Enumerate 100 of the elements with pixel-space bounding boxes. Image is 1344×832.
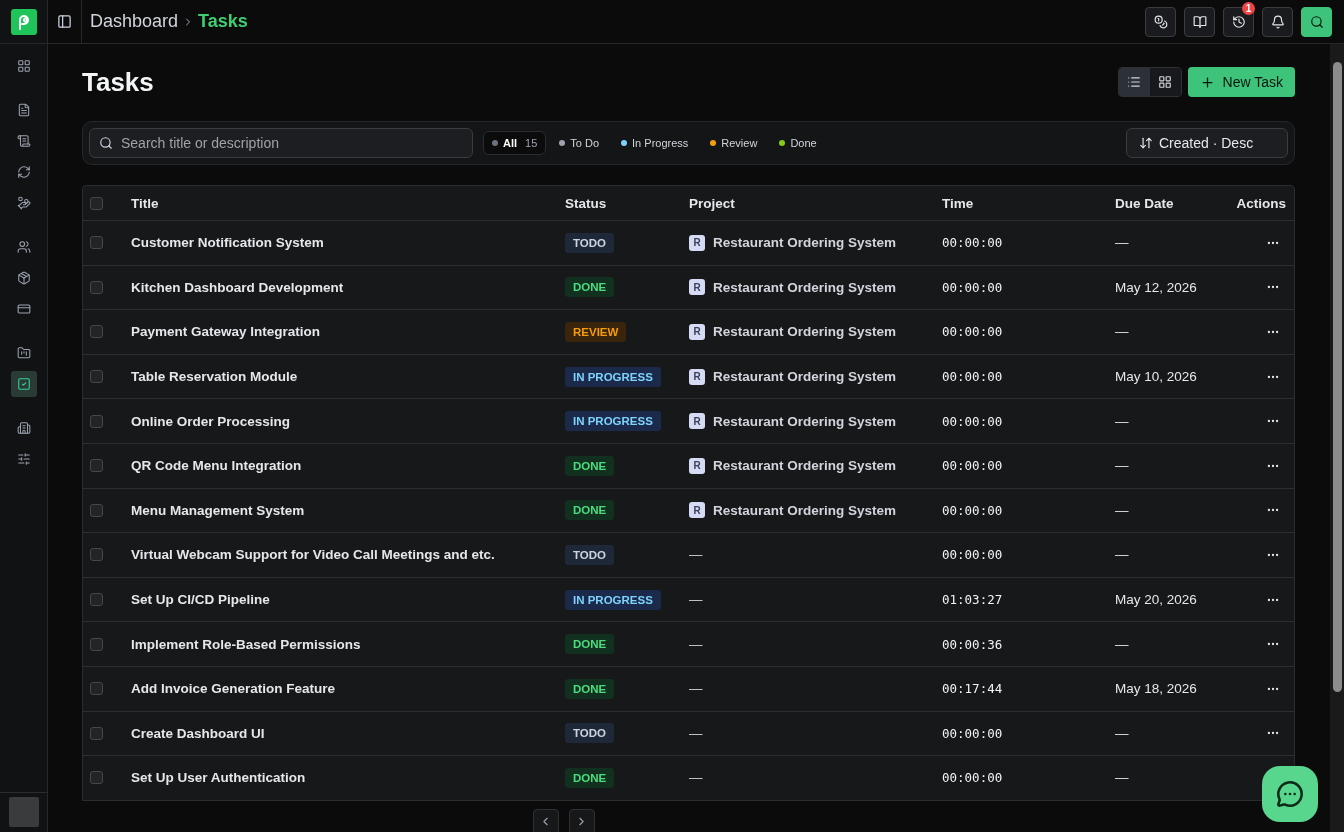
task-title[interactable]: Menu Management System [131,502,565,518]
scrollbar[interactable] [1330,44,1344,832]
history-icon [1231,14,1246,29]
scrollbar-thumb[interactable] [1332,62,1342,692]
status-filter-chip[interactable]: Review [701,131,767,155]
app-logo[interactable] [10,8,37,35]
task-title[interactable]: Set Up User Authentication [131,770,565,786]
chat-icon [1276,780,1304,808]
due-date: — [1115,502,1130,518]
grid-icon [1158,75,1173,89]
task-title[interactable]: QR Code Menu Integration [131,458,565,474]
due-date: May 12, 2026 [1115,279,1198,295]
row-checkbox[interactable] [90,548,103,562]
next-page-button[interactable] [568,808,595,832]
task-title[interactable]: Implement Role-Based Permissions [131,636,565,652]
sort-icon [1139,136,1153,150]
row-checkbox[interactable] [90,280,103,294]
new-task-button[interactable]: New Task [1187,67,1295,97]
time-value: 00:00:00 [942,369,1004,385]
hand-coins-icon [16,196,31,210]
previous-page-button[interactable] [532,808,559,832]
status-badge: DONE [565,678,615,699]
task-title[interactable]: Add Invoice Generation Feature [131,681,565,697]
project-initial: R [689,368,705,385]
status-filter-chip[interactable]: In Progress [612,131,698,155]
task-title[interactable]: Table Reservation Module [131,369,565,385]
due-date: — [1115,458,1130,474]
time-value: 00:00:00 [942,235,1004,251]
row-checkbox[interactable] [90,459,103,473]
grid-view-button[interactable] [1149,68,1181,96]
docs-button[interactable] [1184,6,1215,37]
folder-icon [16,346,31,360]
search-field[interactable]: Search title or description [89,128,473,158]
row-checkbox[interactable] [90,682,103,696]
chat-button[interactable] [1262,766,1318,822]
status-badge: IN PROGRESS [565,366,661,387]
select-all-checkbox[interactable] [90,196,103,210]
column-header: Due Date [1115,195,1175,211]
status-badge: DONE [565,277,615,298]
document-icon [16,103,31,117]
notification-badge: 1 [1242,1,1255,15]
users-icon [16,240,31,254]
row-checkbox[interactable] [90,726,103,740]
project-initial: R [689,279,705,296]
search-icon [1309,14,1324,29]
empty-project: — [689,636,704,652]
row-checkbox[interactable] [90,503,103,517]
row-checkbox[interactable] [90,236,103,250]
status-filter-chip[interactable]: Done [770,131,826,155]
empty-project: — [689,681,704,697]
row-checkbox[interactable] [90,637,103,651]
plus-icon [1199,74,1215,90]
task-title[interactable]: Create Dashboard UI [131,725,565,741]
status-badge: DONE [565,500,615,521]
status-filter-chip[interactable]: All 15 [483,131,547,155]
book-icon [1192,14,1207,29]
task-title[interactable]: Payment Gateway Integration [131,324,565,340]
time-value: 00:00:00 [942,324,1004,340]
time-value: 00:17:44 [942,681,1004,697]
breadcrumb-link[interactable]: Tasks [198,11,248,32]
empty-project: — [689,592,704,608]
status-badge: TODO [565,232,614,253]
bell-icon [1270,14,1285,29]
row-checkbox[interactable] [90,593,103,607]
building-icon [16,421,31,435]
task-title[interactable]: Virtual Webcam Support for Video Call Meetings and etc. [131,547,565,563]
sort-button[interactable]: Created · Desc [1126,128,1288,158]
status-badge: IN PROGRESS [565,589,661,610]
row-checkbox[interactable] [90,414,103,428]
breadcrumb-link[interactable]: Dashboard [90,11,179,32]
empty-project: — [689,770,704,786]
project-initial: R [689,324,705,340]
time-value: 00:00:00 [942,413,1004,429]
sidebar-item[interactable] [10,371,37,397]
due-date: — [1115,413,1130,429]
column-header: Status [565,195,608,211]
row-checkbox[interactable] [90,771,103,785]
sliders-icon [16,452,31,466]
row-checkbox[interactable] [90,325,103,339]
task-title[interactable]: Customer Notification System [131,235,565,251]
coins-button[interactable] [1145,6,1176,37]
project-name: Restaurant Ordering System [713,235,897,251]
row-checkbox[interactable] [90,370,103,384]
due-date: — [1115,636,1130,652]
status-badge: TODO [565,723,614,744]
task-title[interactable]: Set Up CI/CD Pipeline [131,592,565,608]
project-name: Restaurant Ordering System [713,369,897,385]
list-view-button[interactable] [1118,68,1150,96]
notifications-button[interactable] [1262,6,1293,37]
task-title[interactable]: Online Order Processing [131,413,565,429]
project-name: Restaurant Ordering System [713,502,897,518]
dashboard-icon [16,59,31,73]
empty-project: — [689,547,704,563]
project-name: Restaurant Ordering System [713,413,897,429]
status-badge: DONE [565,455,615,476]
search-button[interactable] [1301,6,1332,37]
due-date: — [1115,547,1130,563]
due-date: — [1115,324,1130,340]
task-title[interactable]: Kitchen Dashboard Development [131,279,565,295]
status-filter-chip[interactable]: To Do [550,131,609,155]
